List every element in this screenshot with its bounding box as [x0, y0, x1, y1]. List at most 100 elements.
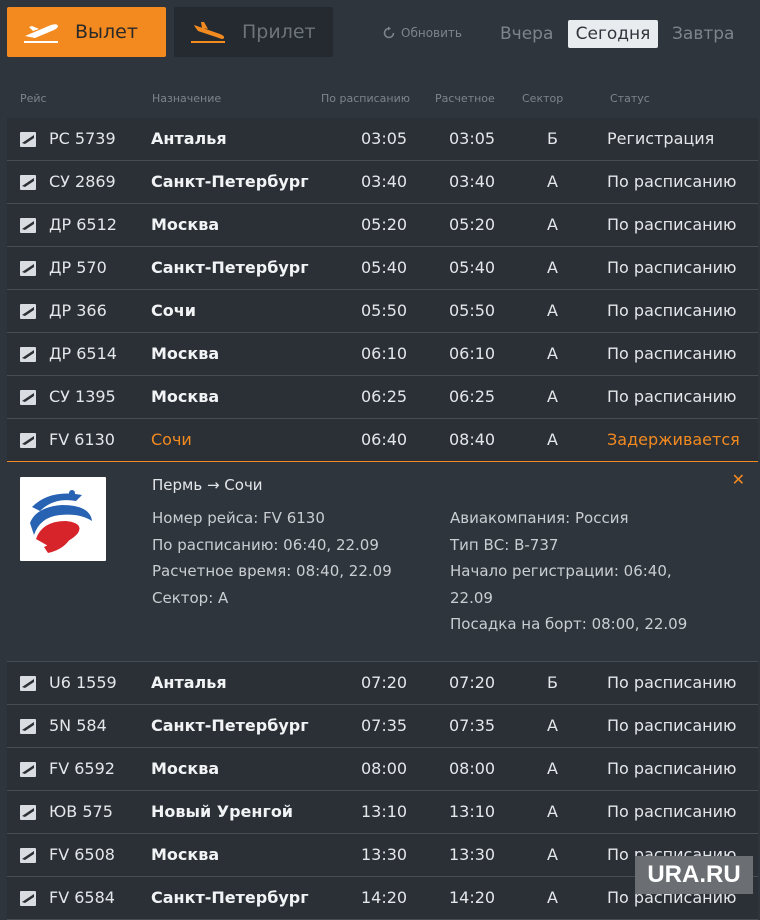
- sector: А: [547, 888, 558, 907]
- status: По расписанию: [607, 172, 737, 191]
- column-header-destination: Назначение: [152, 92, 222, 105]
- sector: А: [547, 344, 558, 363]
- arrival-plane-icon: [191, 22, 225, 43]
- sector: А: [547, 301, 558, 320]
- airline-logo-icon: [20, 218, 36, 233]
- close-icon[interactable]: ✕: [732, 470, 745, 489]
- estimated-time: 05:40: [449, 258, 496, 277]
- route-title: Пермь → Сочи: [152, 476, 263, 494]
- destination: Сочи: [151, 430, 192, 449]
- rossiya-logo-icon: [30, 490, 92, 553]
- column-header-status: Статус: [610, 92, 650, 105]
- flight-number: СУ 1395: [49, 387, 116, 406]
- airline-logo-icon: [20, 762, 36, 777]
- airline-logo-icon: [20, 261, 36, 276]
- destination: Новый Уренгой: [151, 802, 294, 821]
- flights-table: РС 5739 Анталья 03:05 03:05 Б Регистрация СУ …: [7, 118, 758, 920]
- airline-logo-icon: [20, 390, 36, 405]
- table-row[interactable]: FV 6592 Москва 08:00 08:00 А По расписанию: [7, 748, 758, 791]
- day-tomorrow[interactable]: Завтра: [672, 20, 734, 48]
- flight-number: СУ 2869: [49, 172, 116, 191]
- tab-arrivals[interactable]: Прилет: [174, 7, 333, 57]
- detail-scheduled: По расписанию: 06:40, 22.09: [152, 535, 379, 554]
- estimated-time: 03:05: [449, 129, 496, 148]
- destination: Санкт-Петербург: [151, 172, 309, 191]
- tab-departures[interactable]: Вылет: [7, 7, 166, 57]
- flight-number: FV 6130: [49, 430, 115, 449]
- table-row[interactable]: 5N 584 Санкт-Петербург 07:35 07:35 А По распи…: [7, 705, 758, 748]
- detail-checkin-start: Начало регистрации: 06:40,: [450, 562, 672, 580]
- estimated-time: 05:50: [449, 301, 496, 320]
- sector: А: [547, 716, 558, 735]
- scheduled-time: 06:25: [361, 387, 408, 406]
- scheduled-time: 03:05: [361, 129, 408, 148]
- flight-number: 5N 584: [49, 716, 107, 735]
- detail-airline: Авиакомпания: Россия: [450, 509, 629, 527]
- estimated-time: 07:20: [449, 673, 496, 692]
- estimated-time: 14:20: [449, 888, 496, 907]
- scheduled-time: 14:20: [361, 888, 408, 907]
- refresh-label: Обновить: [401, 26, 462, 40]
- day-today[interactable]: Сегодня: [568, 20, 658, 48]
- status: По расписанию: [607, 344, 737, 363]
- table-row[interactable]: РС 5739 Анталья 03:05 03:05 Б Регистрация: [7, 118, 758, 161]
- estimated-time: 13:10: [449, 802, 496, 821]
- detail-flight-number: Номер рейса: FV 6130: [152, 509, 325, 527]
- detail-checkin-date: 22.09: [450, 588, 493, 607]
- status: По расписанию: [607, 387, 737, 406]
- airline-logo-icon: [20, 848, 36, 863]
- estimated-time: 08:00: [449, 759, 496, 778]
- estimated-time: 13:30: [449, 845, 496, 864]
- table-row[interactable]: СУ 2869 Санкт-Петербург 03:40 03:40 А По расп…: [7, 161, 758, 204]
- column-header-estimated: Расчетное: [435, 92, 495, 105]
- flight-detail-panel: Пермь → Сочи ✕ Номер рейса: FV 6130 По р…: [7, 462, 758, 662]
- table-row[interactable]: ДР 6514 Москва 06:10 06:10 А По расписанию: [7, 333, 758, 376]
- detail-estimated: Расчетное время: 08:40, 22.09: [152, 562, 392, 580]
- estimated-time: 08:40: [449, 430, 496, 449]
- refresh-button[interactable]: Обновить: [382, 26, 462, 40]
- day-yesterday[interactable]: Вчера: [500, 20, 553, 48]
- destination: Санкт-Петербург: [151, 888, 309, 907]
- destination: Анталья: [151, 673, 227, 692]
- flight-number: FV 6592: [49, 759, 115, 778]
- destination: Санкт-Петербург: [151, 716, 309, 735]
- status: По расписанию: [607, 258, 737, 277]
- scheduled-time: 05:50: [361, 301, 408, 320]
- tab-departures-label: Вылет: [75, 21, 138, 43]
- scheduled-time: 08:00: [361, 759, 408, 778]
- status: По расписанию: [607, 301, 737, 320]
- table-row[interactable]: СУ 1395 Москва 06:25 06:25 А По расписанию: [7, 376, 758, 419]
- estimated-time: 05:20: [449, 215, 496, 234]
- flight-number: FV 6584: [49, 888, 115, 907]
- column-header-flight: Рейс: [20, 92, 47, 105]
- status: Задерживается: [607, 430, 740, 449]
- destination: Санкт-Петербург: [151, 258, 309, 277]
- sector: А: [547, 430, 558, 449]
- scheduled-time: 05:40: [361, 258, 408, 277]
- table-row[interactable]: ДР 6512 Москва 05:20 05:20 А По расписанию: [7, 204, 758, 247]
- flight-number: ЮВ 575: [49, 802, 113, 821]
- estimated-time: 06:10: [449, 344, 496, 363]
- table-row-selected[interactable]: FV 6130 Сочи 06:40 08:40 А Задерживается: [7, 419, 758, 462]
- status: Регистрация: [607, 129, 715, 148]
- status: По расписанию: [607, 759, 737, 778]
- destination: Москва: [151, 344, 220, 363]
- scheduled-time: 13:30: [361, 845, 408, 864]
- airline-logo-icon: [20, 132, 36, 147]
- airline-logo-icon: [20, 175, 36, 190]
- table-row[interactable]: ДР 366 Сочи 05:50 05:50 А По расписанию: [7, 290, 758, 333]
- flight-number: ДР 570: [49, 258, 107, 277]
- table-row[interactable]: ЮВ 575 Новый Уренгой 13:10 13:10 А По расписа…: [7, 791, 758, 834]
- scheduled-time: 07:20: [361, 673, 408, 692]
- destination: Москва: [151, 215, 220, 234]
- flight-number: ДР 6514: [49, 344, 117, 363]
- detail-right-column: Авиакомпания: Россия Тип ВС: B-737 Начал…: [450, 505, 710, 638]
- table-row[interactable]: U6 1559 Анталья 07:20 07:20 Б По расписанию: [7, 662, 758, 705]
- scheduled-time: 03:40: [361, 172, 408, 191]
- airline-logo-icon: [20, 304, 36, 319]
- table-row[interactable]: ДР 570 Санкт-Петербург 05:40 05:40 А По распи…: [7, 247, 758, 290]
- scheduled-time: 07:35: [361, 716, 408, 735]
- departure-plane-icon: [24, 24, 58, 43]
- airline-logo-icon: [20, 347, 36, 362]
- column-header-scheduled: По расписанию: [321, 92, 410, 105]
